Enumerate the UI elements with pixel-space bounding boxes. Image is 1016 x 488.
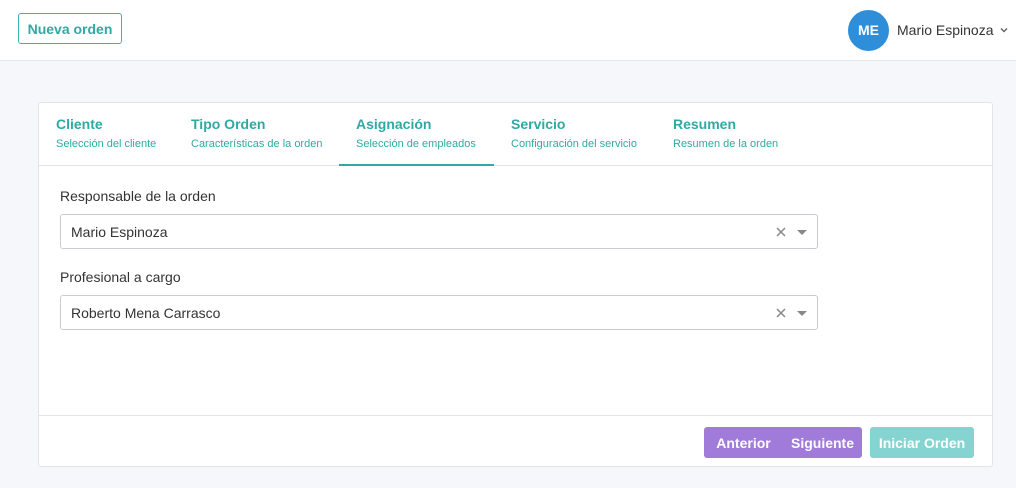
order-wizard-card: Cliente Selección del cliente Tipo Orden… [38,102,993,467]
tab-title: Asignación [356,116,432,132]
tab-title: Cliente [56,116,103,132]
user-menu[interactable]: ME Mario Espinoza [848,9,1009,51]
tab-subtitle: Configuración del servicio [511,138,637,150]
avatar: ME [848,9,889,51]
tab-tipo-orden[interactable]: Tipo Orden Características de la orden [191,103,331,166]
previous-button[interactable]: Anterior [704,427,783,458]
tab-subtitle: Características de la orden [191,138,323,150]
tab-subtitle: Selección del cliente [56,138,157,150]
tab-subtitle: Resumen de la orden [673,138,779,150]
select-value: Roberto Mena Carrasco [71,304,221,321]
top-bar: Nueva orden ME Mario Espinoza [0,0,1016,61]
tab-subtitle: Selección de empleados [356,138,476,150]
start-order-button[interactable]: Iniciar Orden [870,427,974,458]
responsable-label: Responsable de la orden [60,188,216,204]
caret-down-icon[interactable] [796,307,808,319]
responsable-select[interactable]: Mario Espinoza [60,214,818,249]
nav-button-group: Anterior Siguiente [704,427,862,458]
tab-title: Servicio [511,116,566,132]
tab-servicio[interactable]: Servicio Configuración del servicio [511,103,651,166]
next-button[interactable]: Siguiente [783,427,862,458]
chevron-down-icon [999,25,1009,35]
select-value: Mario Espinoza [71,223,168,240]
profesional-label: Profesional a cargo [60,269,181,285]
close-icon[interactable] [774,225,788,239]
tab-resumen[interactable]: Resumen Resumen de la orden [673,103,793,166]
tab-title: Resumen [673,116,737,132]
user-name: Mario Espinoza [897,22,994,38]
tab-title: Tipo Orden [191,116,266,132]
profesional-select[interactable]: Roberto Mena Carrasco [60,295,818,330]
close-icon[interactable] [774,306,788,320]
new-order-button[interactable]: Nueva orden [18,13,122,44]
wizard-footer: Anterior Siguiente Iniciar Orden [39,415,992,467]
tab-asignacion[interactable]: Asignación Selección de empleados [339,103,494,166]
tab-cliente[interactable]: Cliente Selección del cliente [56,103,166,166]
wizard-tabs: Cliente Selección del cliente Tipo Orden… [39,103,992,166]
caret-down-icon[interactable] [796,226,808,238]
